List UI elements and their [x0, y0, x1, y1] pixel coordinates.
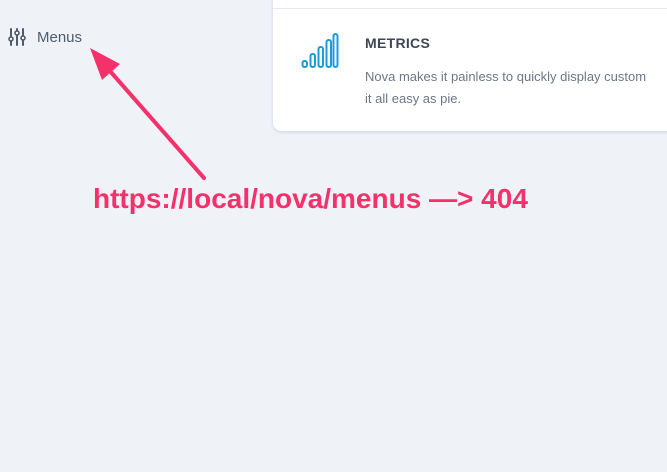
annotation-text: https://local/nova/menus —> 404 — [93, 183, 528, 214]
annotation-arrow — [90, 48, 206, 180]
page: Menus METRICS Nova makes it painless to … — [0, 0, 667, 472]
